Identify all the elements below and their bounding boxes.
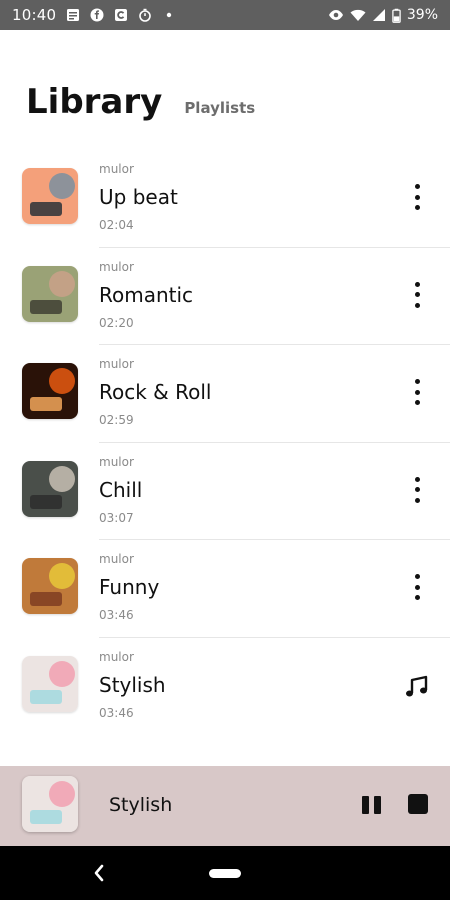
track-duration: 03:46 (99, 608, 134, 622)
track-list: mulor Up beat 02:04 mulor Romantic 02:20 mulor… (0, 150, 450, 735)
mini-player[interactable]: Stylish (0, 766, 450, 846)
player-album-art[interactable] (22, 776, 78, 832)
pause-icon (374, 796, 381, 814)
track-row[interactable]: mulor Chill 03:07 (0, 443, 450, 540)
track-title: Rock & Roll (99, 380, 212, 404)
track-artist: mulor (99, 649, 134, 664)
track-duration: 02:04 (99, 218, 134, 232)
menu-dot (414, 292, 420, 297)
track-artist: mulor (99, 357, 134, 371)
battery-icon (392, 8, 401, 23)
menu-dot (414, 476, 420, 482)
dot-icon (167, 12, 172, 18)
more-vert-icon[interactable] (408, 377, 426, 407)
track-artist: mulor (99, 259, 134, 274)
pause-button[interactable] (360, 793, 384, 817)
home-pill-button[interactable] (209, 869, 241, 878)
status-right: 39% (328, 7, 438, 23)
more-vert-icon[interactable] (408, 475, 426, 505)
track-row[interactable]: mulor Up beat 02:04 (0, 150, 450, 248)
c-app-icon (115, 9, 128, 21)
menu-dot (414, 487, 420, 492)
music-note-icon[interactable] (404, 674, 430, 700)
track-album-art[interactable] (22, 558, 78, 614)
news-icon (67, 9, 80, 21)
track-duration: 03:46 (99, 705, 134, 720)
status-time: 10:40 (12, 6, 57, 24)
pause-icon (362, 796, 369, 814)
player-track-title: Stylish (109, 794, 173, 816)
menu-dot (414, 584, 420, 590)
track-artist: mulor (99, 552, 134, 566)
track-duration: 03:07 (99, 510, 134, 525)
library-header: Library Playlists (26, 82, 255, 122)
status-left: 10:40 (12, 6, 176, 24)
menu-dot (414, 302, 420, 308)
track-row[interactable]: mulor Romantic 02:20 (0, 248, 450, 345)
menu-dot (414, 574, 420, 579)
track-title: Up beat (99, 185, 178, 209)
more-vert-icon[interactable] (408, 280, 426, 310)
menu-dot (414, 379, 420, 384)
track-row[interactable]: mulor Stylish 03:46 (0, 638, 450, 736)
track-title: Romantic (99, 282, 194, 307)
menu-dot (414, 389, 420, 395)
page-title: Library (26, 82, 163, 122)
menu-dot (414, 400, 420, 405)
track-duration: 02:59 (99, 413, 134, 427)
track-album-art[interactable] (22, 655, 78, 712)
system-nav-bar (0, 846, 450, 900)
track-artist: mulor (99, 454, 134, 469)
menu-dot (414, 205, 420, 210)
f-app-icon (90, 8, 104, 22)
menu-dot (414, 595, 420, 600)
menu-dot (414, 281, 420, 287)
wifi-icon (350, 9, 366, 21)
back-chevron-icon[interactable] (90, 862, 108, 884)
track-album-art[interactable] (22, 460, 78, 517)
signal-icon (372, 9, 385, 21)
menu-dot (414, 184, 420, 189)
track-album-art[interactable] (22, 168, 78, 224)
eye-icon (328, 10, 343, 20)
menu-dot (414, 497, 420, 503)
track-row[interactable]: mulor Funny 03:46 (0, 540, 450, 638)
track-album-art[interactable] (22, 363, 78, 419)
track-artist: mulor (99, 162, 134, 176)
battery-percent: 39% (406, 7, 438, 23)
track-title: Chill (99, 477, 143, 502)
more-vert-icon[interactable] (408, 182, 426, 212)
tab-playlists[interactable]: Playlists (184, 99, 255, 117)
status-bar: 10:40 39% (0, 0, 450, 30)
stop-button[interactable] (408, 794, 428, 814)
more-vert-icon[interactable] (408, 572, 426, 602)
track-title: Funny (99, 575, 160, 599)
track-row[interactable]: mulor Rock & Roll 02:59 (0, 345, 450, 443)
track-album-art[interactable] (22, 265, 78, 322)
timer-icon (139, 8, 152, 22)
track-title: Stylish (99, 672, 166, 697)
menu-dot (414, 194, 420, 200)
track-duration: 02:20 (99, 315, 134, 330)
